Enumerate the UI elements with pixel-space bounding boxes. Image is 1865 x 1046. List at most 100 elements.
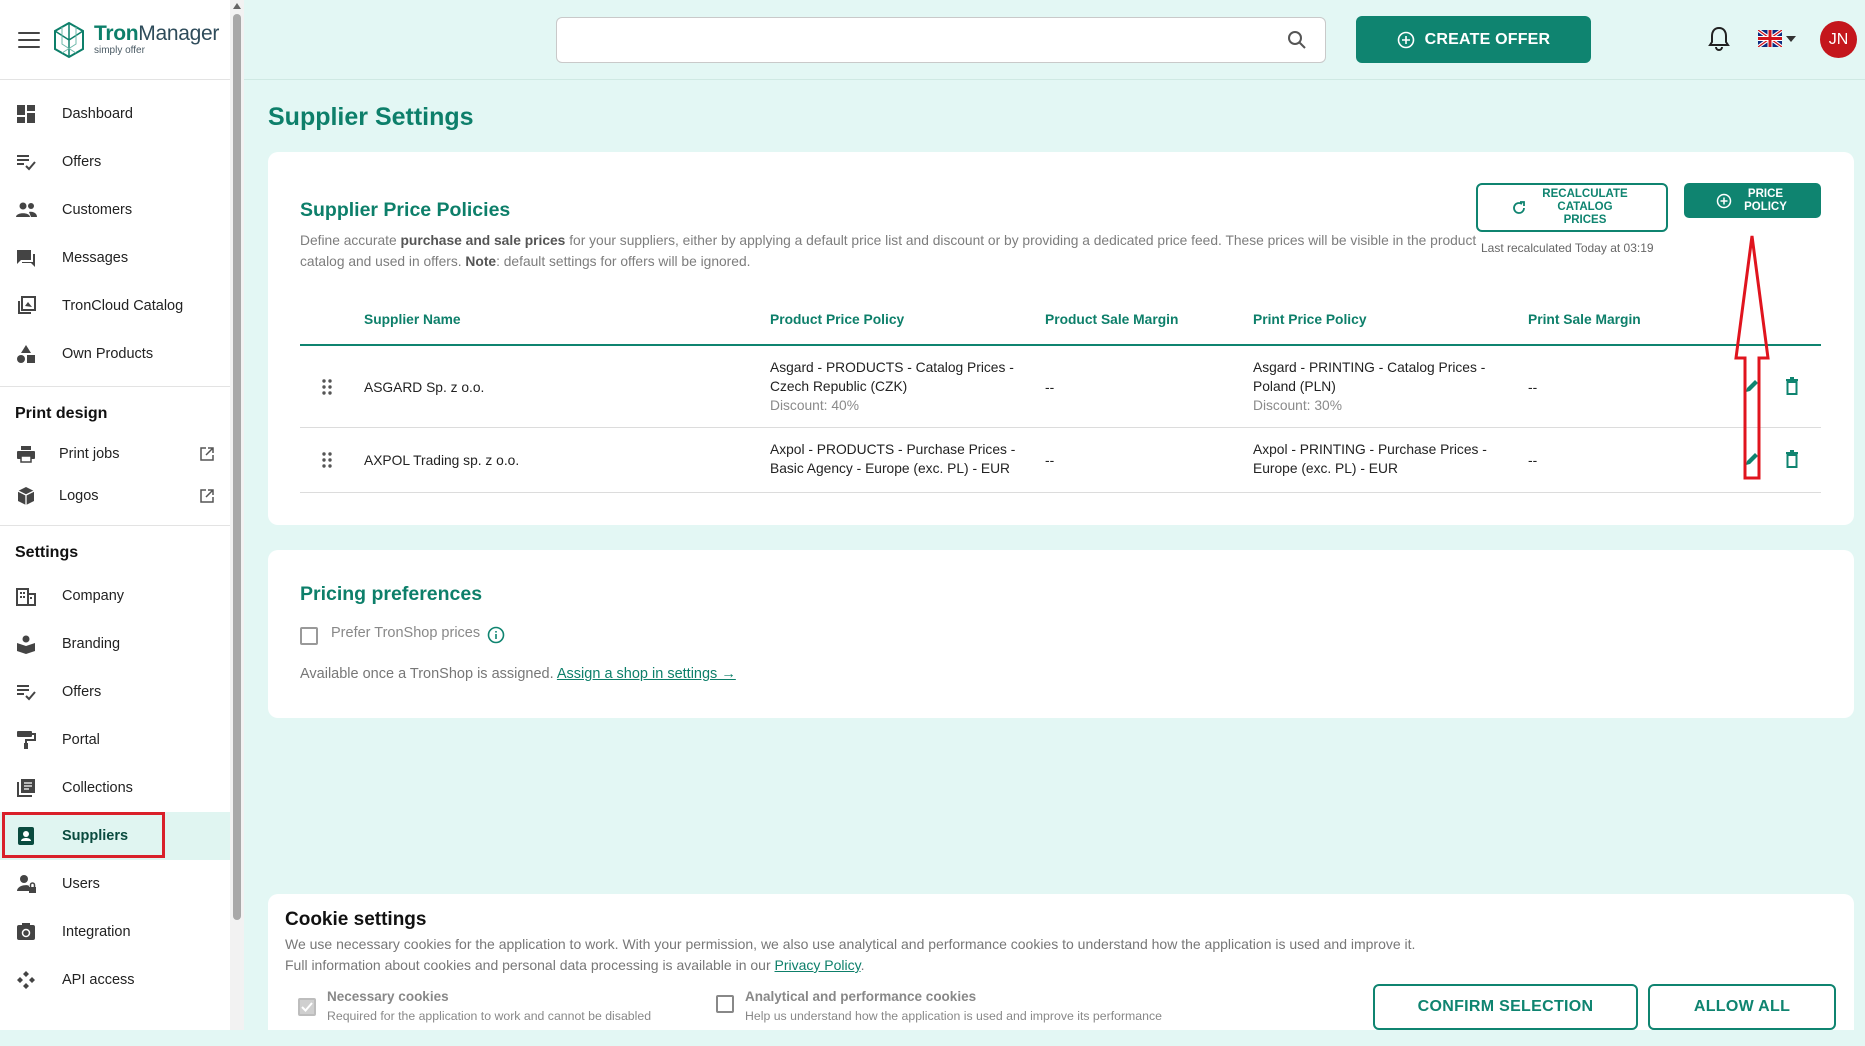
offers-icon [15, 681, 37, 703]
logo-name: TronManager [94, 23, 219, 44]
analytics-cookies-description: Help us understand how the application i… [745, 1009, 1162, 1023]
notifications-bell-icon[interactable] [1708, 26, 1730, 51]
allow-all-button[interactable]: ALLOW ALL [1648, 984, 1836, 1030]
desc-bold: purchase and sale prices [400, 233, 566, 248]
prefer-tronshop-label: Prefer TronShop prices [331, 625, 481, 641]
discount-text: Discount: 30% [1253, 398, 1342, 413]
sidebar-item-suppliers[interactable]: Suppliers [0, 812, 230, 860]
table-row: AXPOL Trading sp. z o.o. Axpol - PRODUCT… [300, 428, 1821, 493]
analytics-cookies-title: Analytical and performance cookies [745, 989, 977, 1004]
edit-pencil-icon[interactable] [1744, 378, 1760, 394]
column-header[interactable]: Print Price Policy [1253, 312, 1367, 327]
recalculate-catalog-prices-button[interactable]: RECALCULATE CATALOG PRICES [1476, 183, 1668, 232]
sidebar-item-integration[interactable]: Integration [0, 908, 230, 956]
sidebar-item-troncloud-catalog[interactable]: TronCloud Catalog [0, 282, 230, 330]
policies-table: Supplier Name Product Price Policy Produ… [300, 290, 1821, 493]
privacy-policy-link[interactable]: Privacy Policy [775, 957, 861, 973]
add-price-policy-button[interactable]: PRICE POLICY [1684, 183, 1821, 218]
necessary-cookies-checkbox[interactable] [298, 998, 316, 1016]
sidebar-item-label: Messages [62, 250, 129, 266]
customers-icon [15, 199, 37, 221]
tronmanager-logo-icon [54, 21, 84, 58]
external-link-icon[interactable] [200, 447, 214, 461]
sidebar-item-own-products[interactable]: Own Products [0, 330, 230, 378]
chevron-down-icon [1786, 35, 1796, 42]
nav-settings: Settings Company Branding Offers Portal … [0, 526, 230, 1012]
search-box [556, 17, 1326, 63]
logo-name-rest: Manager [138, 22, 220, 45]
policy-line: Axpol - PRODUCTS - Purchase Prices - [770, 442, 1016, 457]
sidebar-item-offers[interactable]: Offers [0, 138, 230, 186]
product-price-policy: Asgard - PRODUCTS - Catalog Prices - Cze… [770, 358, 1014, 415]
sidebar-item-portal[interactable]: Portal [0, 716, 230, 764]
sidebar-item-label: Company [62, 588, 125, 604]
sidebar-item-dashboard[interactable]: Dashboard [0, 90, 230, 138]
pricing-preferences-card: Pricing preferences Prefer TronShop pric… [268, 550, 1854, 718]
sidebar-item-messages[interactable]: Messages [0, 234, 230, 282]
sidebar-item-company[interactable]: Company [0, 572, 230, 620]
sidebar-scrollbar[interactable] [230, 0, 244, 1030]
sidebar-item-label: Dashboard [62, 106, 133, 122]
messages-icon [15, 247, 37, 269]
nav-main: Dashboard Offers Customers Messages Tron… [0, 80, 230, 387]
sidebar-item-api-access[interactable]: API access [0, 956, 230, 1004]
create-offer-label: CREATE OFFER [1424, 30, 1551, 48]
policy-line: Europe (exc. PL) - EUR [1253, 461, 1398, 476]
section-description: Define accurate purchase and sale prices… [300, 230, 1485, 272]
column-header[interactable]: Print Sale Margin [1528, 312, 1641, 327]
product-price-policy: Axpol - PRODUCTS - Purchase Prices - Bas… [770, 440, 1015, 478]
scroll-up-icon[interactable] [233, 3, 241, 9]
assign-shop-link[interactable]: Assign a shop in settings → [557, 666, 736, 682]
external-link-icon[interactable] [200, 489, 214, 503]
search-input[interactable] [557, 18, 1277, 62]
sidebar-item-collections[interactable]: Collections [0, 764, 230, 812]
cookie-description: We use necessary cookies for the applica… [285, 934, 1415, 976]
cookie-banner: Cookie settings We use necessary cookies… [268, 894, 1854, 1030]
column-header[interactable]: Product Sale Margin [1045, 312, 1178, 327]
catalog-icon [15, 295, 37, 317]
hamburger-menu-icon[interactable] [18, 31, 40, 48]
sidebar-item-label: Own Products [62, 346, 154, 362]
column-header[interactable]: Product Price Policy [770, 312, 904, 327]
sidebar-item-label: Offers [62, 154, 102, 170]
column-header[interactable]: Supplier Name [364, 312, 461, 327]
sidebar-item-label: Branding [62, 636, 121, 652]
delete-trash-icon[interactable] [1785, 377, 1799, 395]
info-icon[interactable] [487, 626, 505, 644]
availability-text: Available once a TronShop is assigned. [300, 666, 557, 682]
necessary-cookies-description: Required for the application to work and… [327, 1009, 652, 1023]
drag-handle-icon[interactable] [322, 379, 332, 395]
create-offer-button[interactable]: CREATE OFFER [1356, 16, 1591, 63]
cookie-text-line: Full information about cookies and perso… [285, 955, 1415, 976]
uk-flag-icon [1758, 30, 1782, 47]
prefer-tronshop-checkbox[interactable] [300, 627, 318, 645]
sidebar-item-settings-offers[interactable]: Offers [0, 668, 230, 716]
offers-icon [15, 151, 37, 173]
sidebar-item-label: Users [62, 876, 100, 892]
sidebar-item-logos[interactable]: Logos [0, 475, 230, 517]
policy-line: Axpol - PRINTING - Purchase Prices - [1253, 442, 1487, 457]
nav-print-design: Print design Print jobs Logos [0, 387, 230, 526]
sidebar-item-users[interactable]: Users [0, 860, 230, 908]
search-icon[interactable] [1287, 30, 1307, 50]
sidebar-item-label: Offers [62, 684, 102, 700]
language-selector[interactable] [1758, 30, 1796, 47]
sidebar-item-label: TronCloud Catalog [62, 298, 184, 314]
sidebar-item-customers[interactable]: Customers [0, 186, 230, 234]
sidebar-item-branding[interactable]: Branding [0, 620, 230, 668]
scrollbar-thumb[interactable] [233, 14, 241, 920]
product-sale-margin: -- [1045, 380, 1055, 395]
drag-handle-icon[interactable] [322, 452, 332, 468]
section-title: Pricing preferences [300, 583, 483, 605]
avatar[interactable]: JN [1820, 21, 1857, 58]
necessary-cookies-title: Necessary cookies [327, 989, 449, 1004]
policy-line: Asgard - PRINTING - Catalog Prices - [1253, 360, 1486, 375]
analytics-cookies-checkbox[interactable] [716, 995, 734, 1013]
sidebar-item-print-jobs[interactable]: Print jobs [0, 433, 230, 475]
edit-pencil-icon[interactable] [1744, 451, 1760, 467]
supplier-name: ASGARD Sp. z o.o. [364, 380, 485, 395]
logo-tagline: simply offer [94, 45, 145, 56]
delete-trash-icon[interactable] [1785, 450, 1799, 468]
dashboard-icon [15, 103, 37, 125]
confirm-selection-button[interactable]: CONFIRM SELECTION [1373, 984, 1638, 1030]
